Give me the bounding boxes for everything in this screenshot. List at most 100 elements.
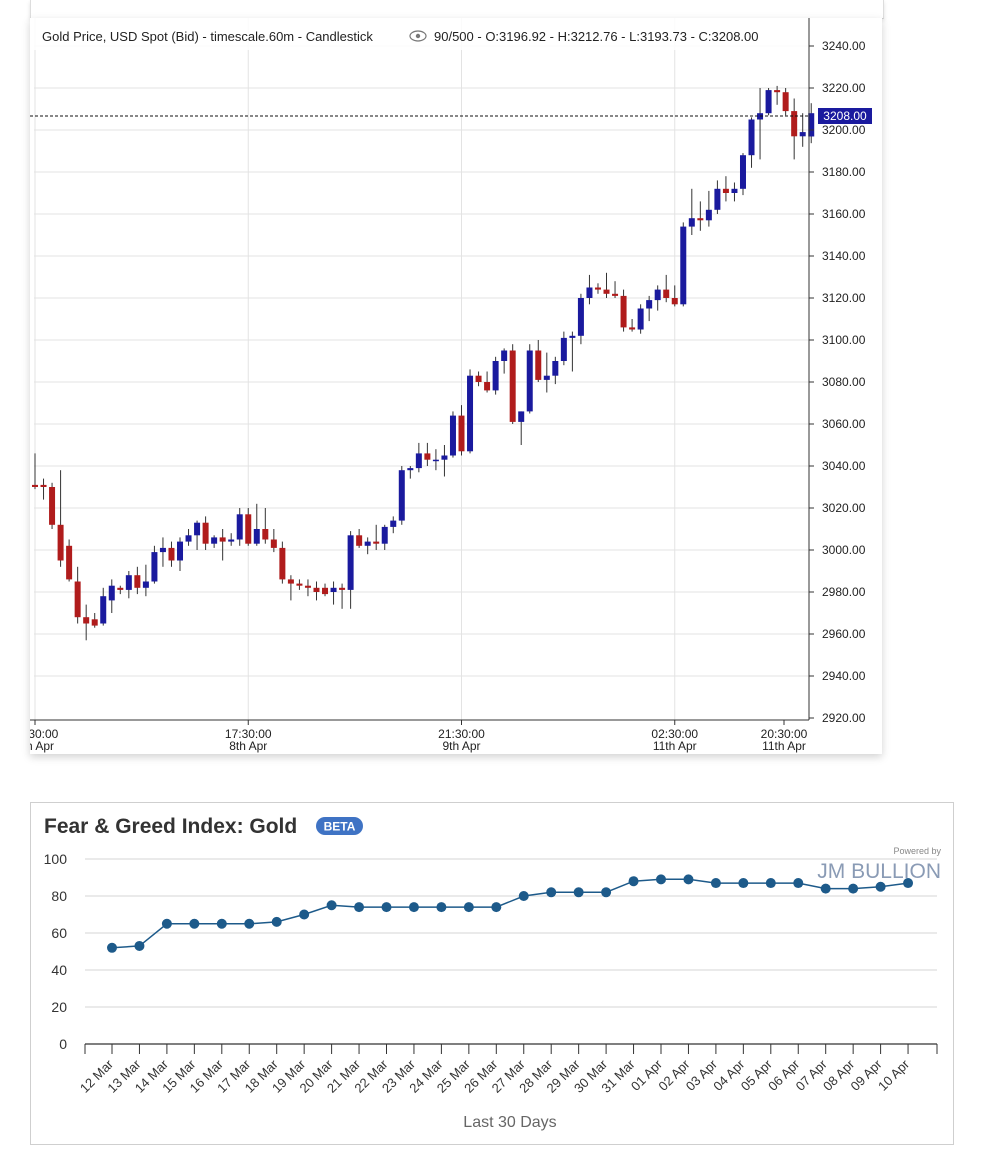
candle-body-down	[287, 579, 294, 584]
price-tick-label: 3220.00	[822, 81, 866, 95]
fg-data-point[interactable]	[107, 942, 117, 953]
beta-badge-label: BETA	[324, 820, 356, 834]
candle	[714, 180, 721, 214]
fg-data-point[interactable]	[408, 902, 419, 913]
candle-body-down	[117, 587, 124, 590]
price-tick-label: 3080.00	[822, 375, 866, 389]
candle-body-up	[560, 337, 567, 361]
fg-data-point[interactable]	[189, 918, 200, 929]
candle	[739, 153, 746, 196]
candle	[637, 304, 644, 334]
fg-data-point[interactable]	[573, 887, 584, 898]
fg-data-point[interactable]	[738, 878, 749, 889]
fg-data-point[interactable]	[216, 918, 227, 929]
fg-y-tick-label: 100	[44, 851, 68, 867]
date-tick-label: 7th Apr	[30, 739, 54, 753]
candle	[407, 466, 414, 479]
candle	[560, 331, 567, 366]
candle-body-down	[603, 289, 610, 294]
candle	[74, 566, 81, 624]
fg-data-point[interactable]	[463, 902, 474, 913]
candle-body-down	[202, 522, 209, 544]
candlestick-chart-panel: Gold Price, USD Spot (Bid) - timescale.6…	[12, 18, 882, 754]
candle-body-up	[364, 541, 371, 546]
candle	[594, 283, 601, 294]
fg-data-point[interactable]	[271, 916, 282, 927]
fear-greed-title: Fear & Greed Index: Gold	[44, 815, 297, 838]
fg-data-point[interactable]	[628, 876, 639, 887]
candle-body-up	[177, 541, 184, 561]
candle	[552, 356, 559, 385]
candle-body-up	[390, 520, 397, 527]
fg-data-point[interactable]	[354, 902, 365, 913]
candle-body-up	[748, 119, 755, 156]
fg-data-point[interactable]	[436, 902, 447, 913]
fg-data-point[interactable]	[656, 874, 666, 885]
candle-body-down	[612, 293, 619, 296]
fg-data-point[interactable]	[326, 900, 337, 911]
candle	[680, 222, 687, 307]
candle	[774, 85, 781, 105]
candle	[322, 583, 329, 597]
fg-data-point[interactable]	[546, 887, 557, 898]
price-tick-label: 2960.00	[822, 627, 866, 641]
time-axis: 14:30:007th Apr17:30:008th Apr21:30:009t…	[12, 720, 808, 753]
candle	[509, 344, 516, 424]
candle-body-down	[313, 587, 320, 592]
candle-body-up	[228, 539, 235, 542]
fg-data-point[interactable]	[683, 874, 694, 885]
fg-data-point[interactable]	[134, 940, 145, 951]
candle-body-down	[262, 529, 269, 540]
candle-body-down	[509, 350, 516, 422]
price-tick-label: 3180.00	[822, 165, 866, 179]
candlestick-chart[interactable]: Gold Price, USD Spot (Bid) - timescale.6…	[12, 18, 882, 754]
fg-data-point[interactable]	[875, 881, 886, 892]
candle-body-up	[211, 537, 218, 544]
candle	[390, 516, 397, 534]
candle	[117, 585, 124, 595]
candle-body-up	[739, 155, 746, 189]
fg-data-point[interactable]	[491, 902, 502, 913]
candle-body-down	[671, 298, 678, 305]
candle-body-down	[49, 487, 56, 525]
fg-data-point[interactable]	[244, 918, 255, 929]
fg-data-point[interactable]	[765, 878, 776, 889]
candle	[262, 508, 269, 544]
candle-body-up	[100, 596, 107, 624]
candle	[134, 566, 141, 595]
candle-body-up	[765, 90, 772, 114]
price-tick-label: 2940.00	[822, 669, 866, 683]
candle-body-down	[620, 295, 627, 328]
candle-body-down	[304, 585, 311, 588]
candle-body-down	[722, 188, 729, 193]
candle-body-up	[159, 547, 166, 553]
candle	[629, 319, 636, 332]
fg-data-point[interactable]	[299, 909, 310, 920]
candle	[484, 371, 491, 393]
chart-header-title: Gold Price, USD Spot (Bid) - timescale.6…	[42, 29, 373, 44]
candle-body-down	[168, 547, 175, 561]
candle-body-up	[543, 375, 550, 380]
fg-data-point[interactable]	[601, 887, 612, 898]
fg-data-point[interactable]	[793, 878, 804, 889]
current-price-tag: 3208.00	[818, 108, 872, 124]
candle-body-down	[57, 524, 64, 561]
date-tick-label: 8th Apr	[229, 739, 267, 753]
candle	[612, 281, 619, 298]
fg-x-axis-label: Last 30 Days	[463, 1114, 556, 1131]
fg-data-point[interactable]	[848, 883, 859, 894]
candle	[765, 88, 772, 116]
fg-data-point[interactable]	[820, 883, 831, 894]
candle	[757, 88, 764, 160]
candle	[381, 524, 388, 550]
fg-data-point[interactable]	[903, 878, 914, 889]
candle-body-up	[688, 218, 695, 227]
fear-greed-chart[interactable]: Fear & Greed Index: Gold BETA Powered by…	[31, 803, 953, 1144]
fg-data-point[interactable]	[518, 891, 529, 901]
candle-body-up	[347, 535, 354, 590]
candle-body-up	[501, 350, 508, 361]
candle	[586, 274, 593, 305]
fg-data-point[interactable]	[381, 902, 392, 913]
fg-data-point[interactable]	[161, 918, 172, 929]
fg-data-point[interactable]	[710, 878, 721, 889]
